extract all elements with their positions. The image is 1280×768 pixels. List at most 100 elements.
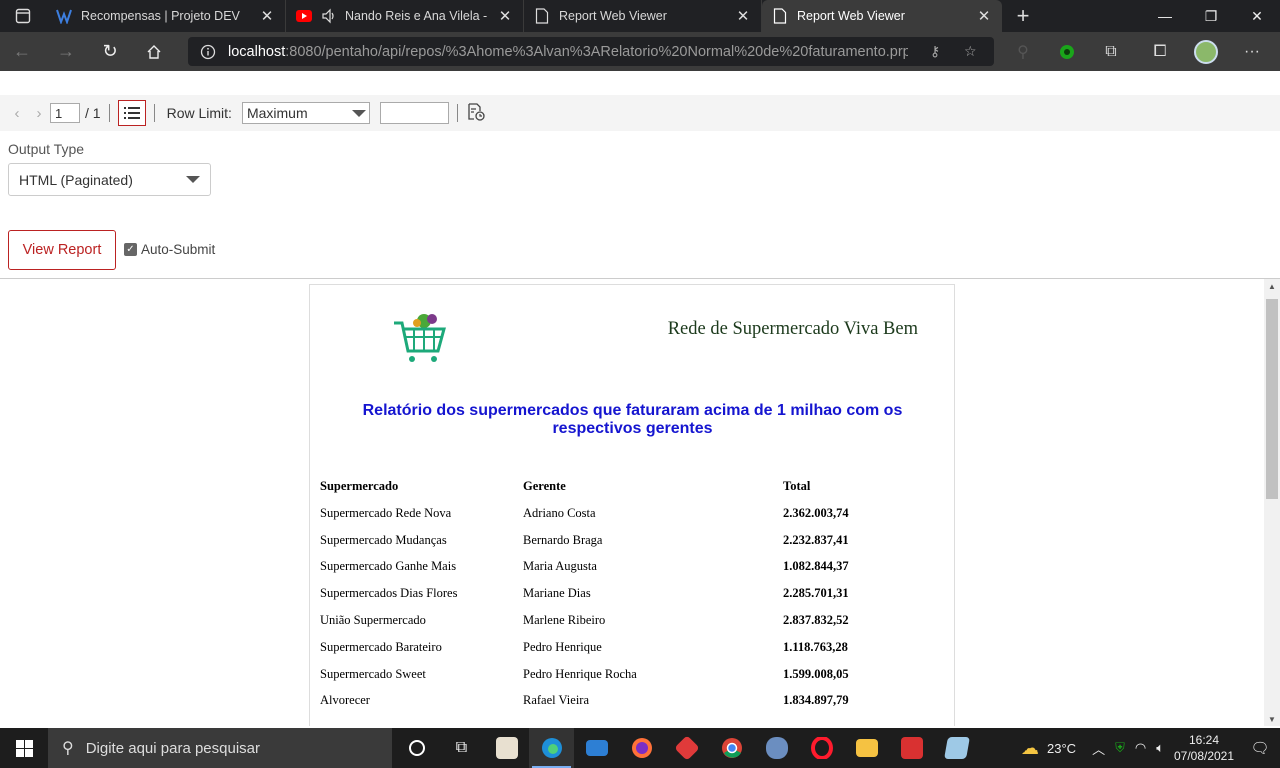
favorite-star-icon[interactable]: ☆ [964, 43, 977, 60]
windows-logo-icon [15, 739, 33, 757]
prev-page-button[interactable]: ‹ [6, 105, 28, 122]
close-icon[interactable]: ✕ [735, 8, 751, 25]
chevron-up-icon[interactable]: ︿ [1092, 739, 1105, 758]
forward-button[interactable]: → [44, 32, 88, 71]
output-type-value: HTML (Paginated) [19, 171, 133, 188]
firefox-icon [631, 738, 652, 758]
taskbar-app-postgres[interactable] [754, 728, 799, 768]
scroll-up-arrow-icon[interactable]: ▲ [1264, 279, 1280, 293]
address-bar[interactable]: localhost:8080/pentaho/api/repos/%3Ahome… [188, 37, 994, 66]
total-cell: 1.082.844,37 [783, 559, 849, 574]
manager-cell: Marlene Ribeiro [523, 612, 606, 627]
tab-title: Report Web Viewer [559, 9, 667, 23]
close-icon[interactable]: ✕ [497, 8, 513, 25]
taskbar-app-edge[interactable] [529, 728, 574, 768]
close-icon[interactable]: ✕ [259, 8, 275, 25]
task-view-button[interactable]: ⧉ [439, 728, 484, 768]
back-button[interactable]: ← [0, 32, 44, 71]
new-tab-button[interactable]: + [1002, 0, 1044, 32]
network-icon[interactable]: ◠ [1135, 740, 1146, 756]
tab-actions-button[interactable] [0, 0, 46, 32]
taskbar-app-notes[interactable] [934, 728, 979, 768]
auto-submit-checkbox[interactable]: ✓ Auto-Submit [124, 242, 215, 257]
refresh-button[interactable]: ↻ [88, 32, 132, 71]
collections-icon: ⧠ [1153, 42, 1167, 60]
total-cell: 2.285.701,31 [783, 586, 849, 601]
home-icon [147, 44, 161, 59]
total-cell: 1.118.763,28 [783, 639, 848, 654]
start-button[interactable] [0, 728, 48, 768]
puzzle-icon: ⧉ [1105, 42, 1117, 60]
close-icon[interactable]: ✕ [976, 8, 992, 25]
weather-cloud-sun-icon[interactable]: ☁ [1021, 738, 1039, 759]
restore-button[interactable]: ❐ [1188, 0, 1234, 32]
manager-cell: Pedro Henrique Rocha [523, 666, 637, 681]
speaker-icon[interactable] [321, 8, 337, 24]
page-total: / 1 [85, 105, 101, 121]
refresh-report-button[interactable] [466, 102, 486, 125]
column-header: Total [783, 479, 811, 493]
postgres-elephant-icon [765, 737, 788, 759]
taskbar-app-java[interactable] [484, 728, 529, 768]
extension-green-button[interactable] [1045, 32, 1089, 71]
page-icon [772, 8, 788, 24]
supermarket-cell: Alvorecer [320, 693, 370, 708]
page-number-input[interactable] [50, 103, 80, 123]
row-limit-select[interactable]: Maximum [241, 102, 370, 124]
taskbar-app-opera[interactable] [799, 728, 844, 768]
taskbar-search-box[interactable]: ⚲ Digite aqui para pesquisar [48, 728, 392, 768]
taskbar-app-chrome[interactable] [709, 728, 754, 768]
extension-idle-icon[interactable]: ⚲ [1001, 32, 1045, 71]
taskbar-app-report-designer[interactable] [889, 728, 934, 768]
taskbar-app-file-explorer[interactable] [844, 728, 889, 768]
collections-button[interactable]: ⧠ [1138, 32, 1182, 71]
youtube-icon [296, 8, 312, 24]
close-window-button[interactable]: ✕ [1234, 0, 1280, 32]
view-report-button[interactable]: View Report [8, 230, 116, 270]
security-icon[interactable]: ⛨ [1115, 740, 1125, 756]
report-refresh-icon [468, 102, 485, 121]
search-icon: ⚲ [62, 740, 74, 757]
next-page-button[interactable]: › [28, 105, 50, 122]
home-button[interactable] [132, 32, 176, 71]
row-limit-input[interactable] [379, 102, 449, 124]
manager-cell: Bernardo Braga [523, 532, 603, 547]
browser-tab-report-viewer-2[interactable]: Report Web Viewer ✕ [762, 0, 1002, 32]
volume-icon[interactable]: 🔈︎ [1156, 740, 1164, 756]
toggle-prompt-panel-button[interactable] [117, 100, 146, 126]
manager-cell: Mariane Dias [523, 586, 591, 601]
cortana-button[interactable] [394, 728, 439, 768]
url-text: localhost:8080/pentaho/api/repos/%3Ahome… [228, 44, 908, 60]
report-scrollbar[interactable]: ▲ ▼ [1264, 279, 1280, 726]
profile-button[interactable] [1184, 32, 1228, 71]
supermarket-cell: Supermercados Dias Flores [320, 586, 458, 601]
menu-button[interactable]: ··· [1230, 32, 1274, 71]
total-cell: 2.232.837,41 [783, 532, 849, 547]
notifications-icon[interactable]: 🗨︎ [1240, 739, 1280, 757]
column-header: Gerente [523, 479, 566, 493]
git-icon [673, 735, 700, 761]
extensions-button[interactable]: ⧉ [1089, 32, 1133, 71]
folder-icon [855, 739, 878, 757]
scroll-thumb[interactable] [1266, 299, 1278, 499]
taskbar-app-git[interactable] [664, 728, 709, 768]
browser-tab-nando-reis[interactable]: Nando Reis e Ana Vilela - Lu ✕ [286, 0, 524, 32]
taskbar-app-mail[interactable] [574, 728, 619, 768]
browser-toolbar: ← → ↻ localhost:8080/pentaho/api/repos/%… [0, 32, 1280, 71]
viewer-toolbar: ‹ › / 1 Row Limit: Maximum [0, 95, 1280, 131]
key-icon[interactable]: ⚷ [930, 43, 940, 60]
browser-tab-report-viewer-1[interactable]: Report Web Viewer ✕ [524, 0, 762, 32]
window-controls: — ❐ ✕ [1142, 0, 1280, 32]
clock-date: 07/08/2021 [1173, 749, 1235, 763]
browser-tab-recompensas[interactable]: Recompensas | Projeto DEV ✕ [46, 0, 286, 32]
refresh-icon: ↻ [102, 41, 118, 61]
divider [108, 104, 110, 122]
clock[interactable]: 16:24 07/08/2021 [1168, 732, 1240, 764]
url-path: :8080/pentaho/api/repos/%3Ahome%3Alvan%3… [285, 43, 908, 60]
opera-icon [810, 737, 833, 759]
output-type-select[interactable]: HTML (Paginated) [8, 163, 211, 196]
minimize-button[interactable]: — [1142, 0, 1188, 32]
weather-temperature[interactable]: 23°C [1047, 741, 1076, 756]
taskbar-app-firefox[interactable] [619, 728, 664, 768]
scroll-down-arrow-icon[interactable]: ▼ [1264, 712, 1280, 726]
